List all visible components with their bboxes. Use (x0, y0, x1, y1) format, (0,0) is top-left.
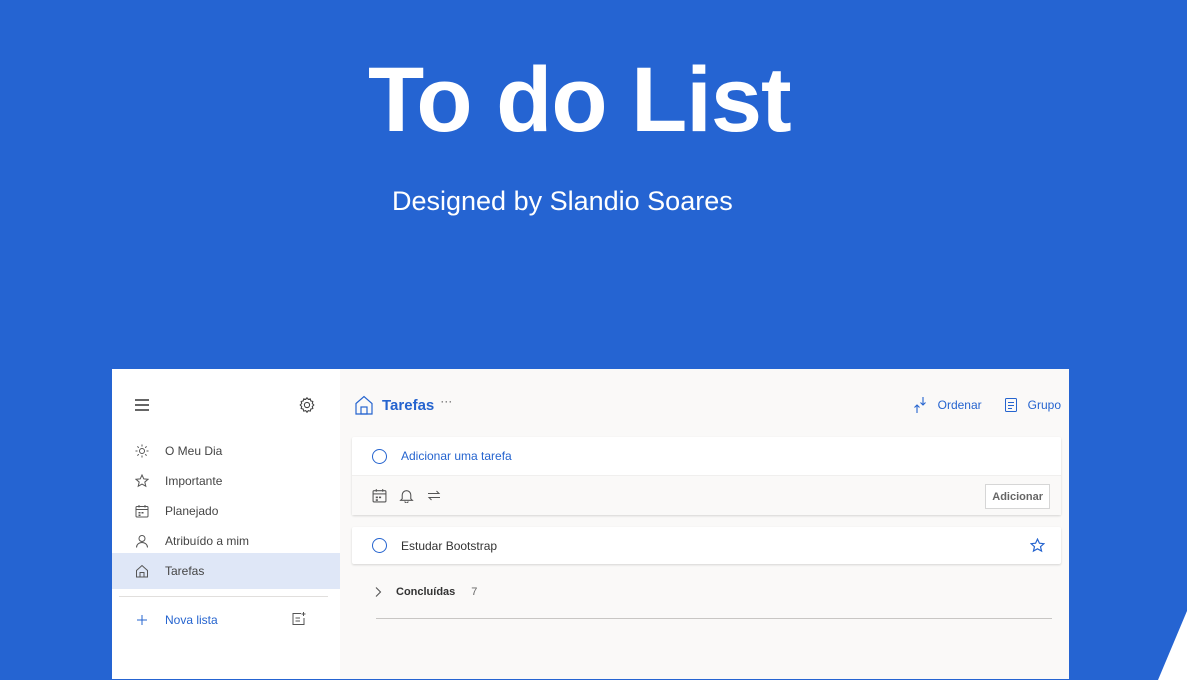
todo-app-window: O Meu Dia Importante Planejado Atribuído… (112, 369, 1069, 679)
add-task-placeholder: Adicionar uma tarefa (401, 449, 512, 463)
star-icon (134, 474, 150, 488)
sidebar-divider (119, 596, 328, 597)
home-icon (354, 394, 374, 416)
add-task-input[interactable]: Adicionar uma tarefa (352, 437, 1061, 475)
decorative-corner-shape (1158, 580, 1187, 680)
sidebar-item-important[interactable]: Importante (112, 466, 340, 496)
hero-subtitle: Designed by Slandio Soares (392, 186, 733, 216)
home-icon (134, 564, 150, 578)
sidebar-item-label: O Meu Dia (165, 444, 223, 458)
add-task-card: Adicionar uma tarefa Adicionar (352, 437, 1061, 515)
hero-title: To do List (368, 49, 792, 151)
sidebar-item-planned[interactable]: Planejado (112, 496, 340, 526)
bell-icon[interactable] (399, 488, 414, 503)
add-task-toolbar: Adicionar (352, 475, 1061, 515)
sun-icon (134, 444, 150, 458)
calendar-icon (134, 504, 150, 518)
chevron-right-icon (374, 586, 382, 598)
sidebar-item-label: Tarefas (165, 564, 205, 578)
sort-button[interactable]: Ordenar (938, 398, 982, 412)
repeat-icon[interactable] (426, 488, 442, 503)
sidebar-top-bar (134, 393, 318, 417)
sort-icon[interactable] (912, 396, 928, 414)
page-title: Tarefas (382, 396, 435, 414)
main-panel: Tarefas ··· Ordenar Grupo Adicionar uma … (340, 369, 1069, 679)
more-options-button[interactable]: ··· (440, 394, 452, 408)
sidebar-item-assigned-to-me[interactable]: Atribuído a mim (112, 526, 340, 556)
group-icon[interactable] (1004, 397, 1018, 413)
main-header: Tarefas ··· Ordenar Grupo (354, 393, 1069, 417)
sidebar-item-my-day[interactable]: O Meu Dia (112, 436, 340, 466)
sidebar-item-label: Planejado (165, 504, 219, 518)
add-button[interactable]: Adicionar (985, 484, 1050, 509)
complete-checkbox[interactable] (372, 538, 387, 553)
completed-count: 7 (471, 586, 478, 598)
sidebar-list: O Meu Dia Importante Planejado Atribuído… (112, 436, 340, 589)
star-icon[interactable] (1030, 538, 1045, 553)
task-item[interactable]: Estudar Bootstrap (352, 527, 1061, 564)
sidebar-item-label: Importante (165, 474, 223, 488)
sidebar-item-tasks[interactable]: Tarefas (112, 553, 340, 589)
circle-icon (372, 448, 387, 464)
gear-icon[interactable] (298, 393, 316, 417)
hamburger-icon[interactable] (134, 393, 150, 417)
task-label: Estudar Bootstrap (401, 538, 498, 553)
new-list-label: Nova lista (165, 613, 218, 627)
new-list-button[interactable]: Nova lista (134, 609, 322, 631)
sidebar: O Meu Dia Importante Planejado Atribuído… (112, 369, 340, 679)
header-actions: Ordenar Grupo (912, 393, 1061, 417)
completed-section-toggle[interactable]: Concluídas 7 (374, 586, 477, 598)
completed-divider (376, 618, 1052, 619)
completed-label: Concluídas (396, 586, 456, 598)
new-group-icon[interactable] (291, 611, 307, 627)
sidebar-item-label: Atribuído a mim (165, 534, 250, 548)
person-icon (134, 534, 150, 548)
plus-icon (134, 614, 150, 626)
calendar-icon[interactable] (372, 488, 387, 503)
group-button[interactable]: Grupo (1028, 398, 1061, 412)
